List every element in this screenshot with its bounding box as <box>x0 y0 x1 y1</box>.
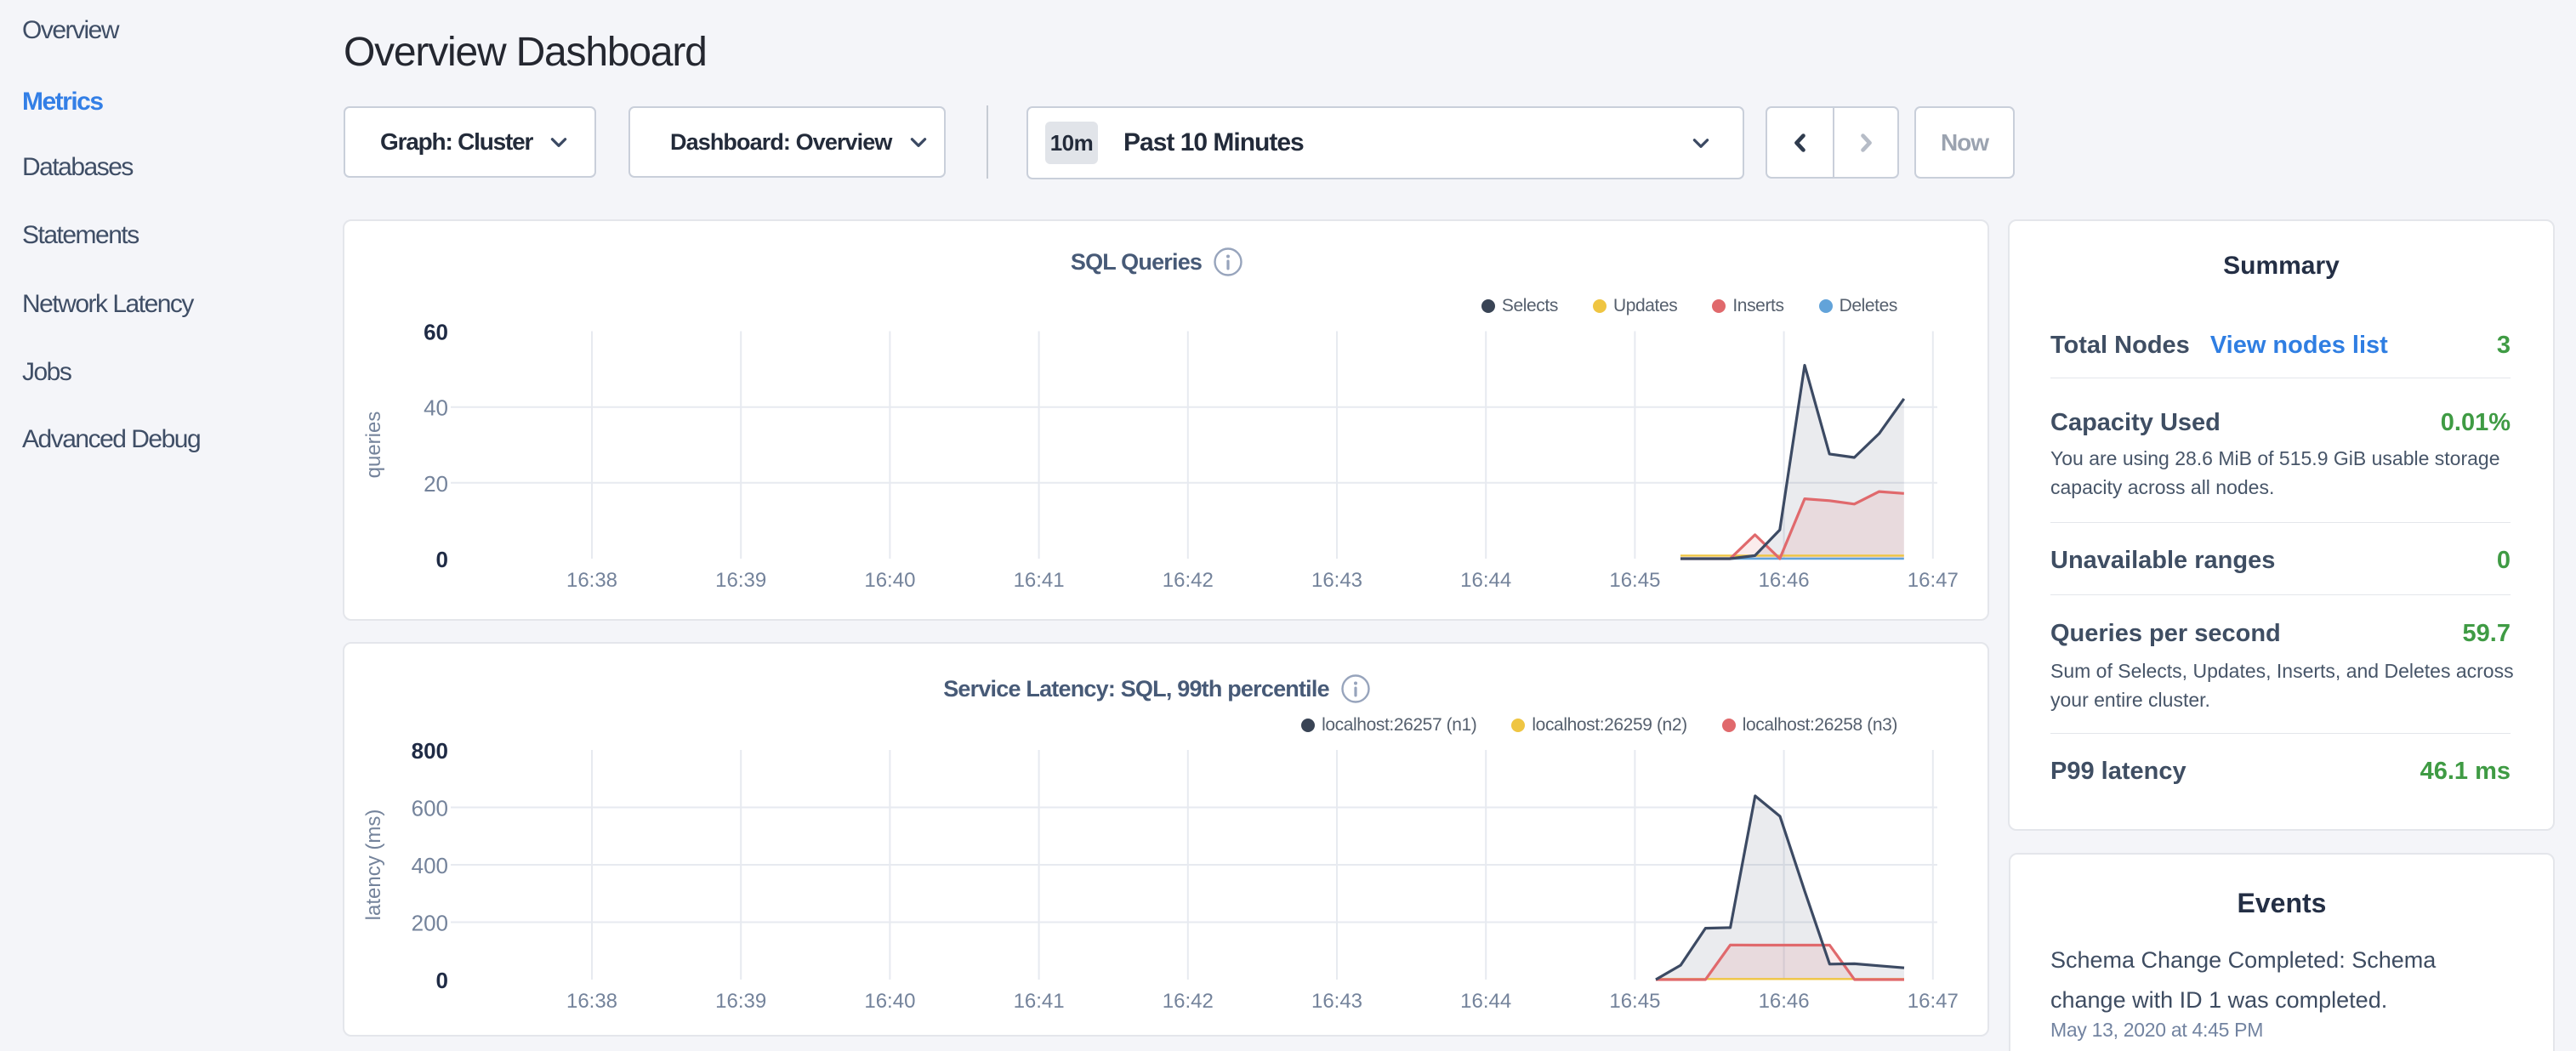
svg-text:16:46: 16:46 <box>1759 569 1810 592</box>
svg-text:16:39: 16:39 <box>715 569 766 592</box>
svg-text:16:40: 16:40 <box>864 569 915 592</box>
svg-text:16:40: 16:40 <box>864 990 915 1013</box>
svg-text:16:44: 16:44 <box>1460 569 1511 592</box>
svg-text:400: 400 <box>412 853 448 878</box>
svg-text:16:47: 16:47 <box>1908 569 1959 592</box>
svg-text:800: 800 <box>412 738 448 764</box>
svg-text:16:38: 16:38 <box>566 990 617 1013</box>
svg-text:latency (ms): latency (ms) <box>362 810 385 921</box>
svg-text:16:39: 16:39 <box>715 990 766 1013</box>
svg-text:16:43: 16:43 <box>1311 990 1362 1013</box>
svg-text:16:45: 16:45 <box>1609 569 1660 592</box>
svg-text:16:45: 16:45 <box>1609 990 1660 1013</box>
svg-text:600: 600 <box>412 796 448 821</box>
svg-text:16:42: 16:42 <box>1163 569 1214 592</box>
svg-text:0: 0 <box>436 547 448 572</box>
svg-text:200: 200 <box>412 911 448 936</box>
svg-text:16:38: 16:38 <box>566 569 617 592</box>
svg-text:16:44: 16:44 <box>1460 990 1511 1013</box>
svg-text:queries: queries <box>362 412 385 479</box>
svg-text:60: 60 <box>424 320 448 345</box>
svg-text:0: 0 <box>436 968 448 993</box>
svg-text:16:46: 16:46 <box>1759 990 1810 1013</box>
svg-text:16:47: 16:47 <box>1908 990 1959 1013</box>
svg-text:16:42: 16:42 <box>1163 990 1214 1013</box>
svg-text:16:43: 16:43 <box>1311 569 1362 592</box>
svg-text:16:41: 16:41 <box>1014 569 1065 592</box>
svg-text:20: 20 <box>424 471 448 497</box>
svg-text:16:41: 16:41 <box>1014 990 1065 1013</box>
svg-text:40: 40 <box>424 395 448 421</box>
